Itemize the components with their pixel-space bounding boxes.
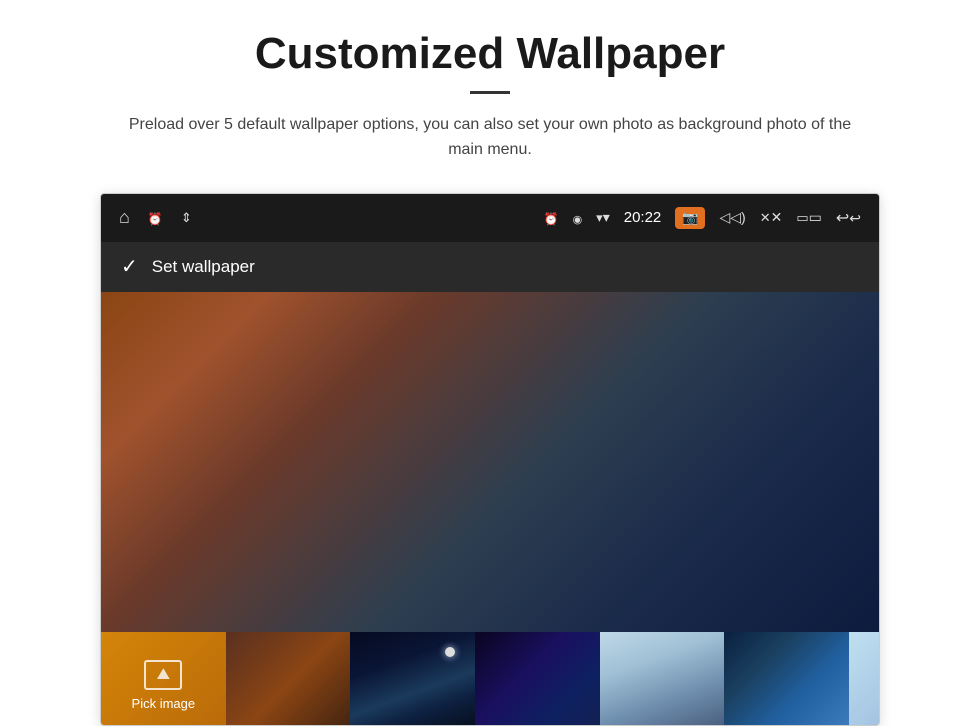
page-header: Customized Wallpaper Preload over 5 defa…	[0, 0, 980, 179]
window-icon: ▭	[796, 209, 822, 226]
page-title: Customized Wallpaper	[80, 28, 900, 81]
pick-image-icon	[144, 660, 182, 690]
wallpaper-thumbnail-2[interactable]	[226, 632, 351, 726]
status-bar-left	[119, 207, 192, 228]
title-divider	[470, 91, 510, 94]
wallpaper-thumbnail-6[interactable]	[724, 632, 849, 726]
volume-icon: ◁)	[719, 209, 745, 226]
status-time: 20:22	[624, 209, 662, 226]
clock-icon2	[544, 210, 559, 226]
wallpaper-thumbnail-4[interactable]	[475, 632, 600, 726]
pick-image-thumbnail[interactable]: Pick image	[101, 632, 226, 726]
thumbnails-strip: Pick image	[101, 632, 879, 726]
alarm-icon	[148, 210, 163, 226]
status-bar-right: ▾ 20:22 📷 ◁) ✕ ▭ ↩	[544, 207, 861, 229]
usb-icon	[181, 209, 192, 226]
wallpaper-thumbnail-3[interactable]	[350, 632, 475, 726]
camera-button[interactable]: 📷	[675, 207, 705, 229]
device-frame: ▾ 20:22 📷 ◁) ✕ ▭ ↩ ✓ Set wallpaper Pick …	[100, 193, 880, 726]
wallpaper-preview	[101, 292, 879, 632]
wallpaper-thumbnail-5[interactable]	[600, 632, 725, 726]
app-bar: ✓ Set wallpaper	[101, 242, 879, 292]
back-icon: ↩	[836, 208, 861, 228]
pick-image-label: Pick image	[132, 696, 196, 711]
wallpaper-thumbnail-7-partial[interactable]	[849, 632, 879, 726]
app-bar-title: Set wallpaper	[152, 257, 255, 277]
location-icon	[573, 210, 583, 226]
home-icon	[119, 207, 130, 228]
page-description: Preload over 5 default wallpaper options…	[110, 112, 870, 163]
status-bar: ▾ 20:22 📷 ◁) ✕ ▭ ↩	[101, 194, 879, 242]
confirm-icon[interactable]: ✓	[121, 254, 138, 279]
wifi-icon: ▾	[596, 209, 610, 226]
close-icon: ✕	[760, 209, 783, 226]
